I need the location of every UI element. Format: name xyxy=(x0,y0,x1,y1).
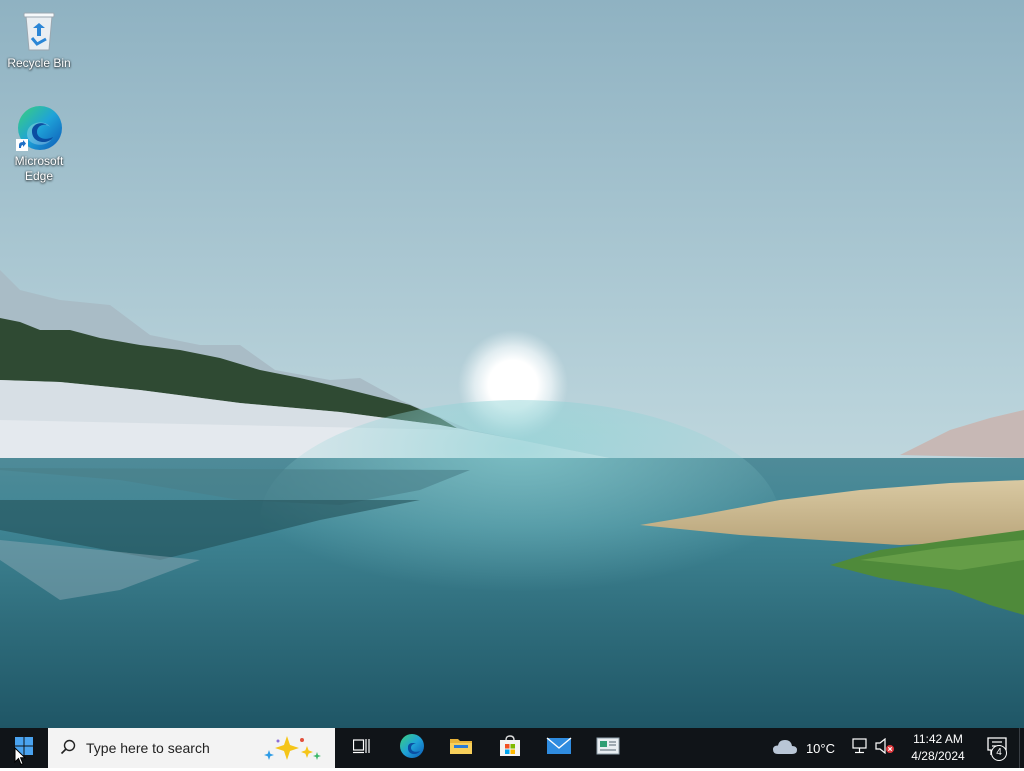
search-box[interactable]: Type here to search xyxy=(48,728,335,768)
weather-widget[interactable]: 10°C xyxy=(764,728,843,768)
desktop-wallpaper xyxy=(0,0,1024,728)
taskbar: Type here to search 10°C 11:42 AM 4/28/2… xyxy=(0,728,1024,768)
notification-center-button[interactable]: 4 xyxy=(975,728,1019,768)
cloud-icon xyxy=(772,738,798,759)
show-desktop-button[interactable] xyxy=(1019,728,1024,768)
network-icon xyxy=(852,737,870,759)
news-icon xyxy=(596,736,620,761)
taskbar-app-news[interactable] xyxy=(583,728,632,768)
desktop-icon-label: Microsoft Edge xyxy=(14,154,64,183)
volume-muted-icon xyxy=(875,737,895,759)
weather-temperature: 10°C xyxy=(805,740,835,756)
edge-icon xyxy=(15,104,63,152)
desktop-icon-recycle-bin[interactable]: Recycle Bin xyxy=(1,6,77,71)
mouse-cursor-icon xyxy=(14,746,27,771)
taskbar-app-edge[interactable] xyxy=(387,728,436,768)
desktop-icon-microsoft-edge[interactable]: Microsoft Edge xyxy=(1,104,77,184)
clock[interactable]: 11:42 AM 4/28/2024 xyxy=(905,728,971,768)
search-icon xyxy=(60,739,76,758)
folder-icon xyxy=(449,736,473,761)
clock-date: 4/28/2024 xyxy=(911,749,965,763)
search-placeholder: Type here to search xyxy=(86,740,210,756)
volume-tray-button[interactable] xyxy=(873,728,897,768)
taskbar-app-file-explorer[interactable] xyxy=(436,728,485,768)
taskbar-app-mail[interactable] xyxy=(534,728,583,768)
search-highlight-sparkle-icon xyxy=(263,734,325,765)
recycle-bin-icon xyxy=(15,6,63,54)
task-view-icon xyxy=(352,738,371,759)
clock-time: 11:42 AM xyxy=(913,732,963,746)
store-icon xyxy=(499,734,521,762)
task-view-button[interactable] xyxy=(337,728,387,768)
notification-count-badge: 4 xyxy=(991,745,1007,761)
taskbar-app-store[interactable] xyxy=(485,728,534,768)
mail-icon xyxy=(546,736,572,761)
desktop-icon-label: Recycle Bin xyxy=(7,56,71,70)
network-tray-button[interactable] xyxy=(849,728,873,768)
edge-icon xyxy=(399,733,425,764)
